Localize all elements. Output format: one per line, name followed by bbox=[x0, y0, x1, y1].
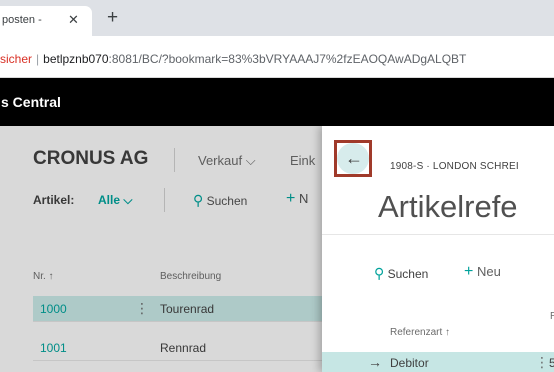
app-title[interactable]: s Central bbox=[1, 94, 61, 110]
row-divider bbox=[33, 321, 323, 322]
row-indicator-arrow-icon: → bbox=[368, 354, 382, 370]
search-label: Suchen bbox=[206, 194, 248, 208]
new-label: N bbox=[298, 191, 309, 206]
column-header-nr[interactable]: Nr. ↑ bbox=[33, 271, 54, 282]
tab-strip: posten - ✕ + bbox=[0, 0, 554, 36]
divider bbox=[174, 148, 175, 172]
filter-dropdown[interactable]: Alle ⌵ bbox=[98, 193, 132, 208]
address-bar[interactable]: sicher | betlpznb070:8081/BC/?bookmark=83%… bbox=[0, 36, 554, 78]
row-menu-icon[interactable]: ⋮ bbox=[535, 354, 549, 371]
search-button[interactable]: ⚲ Suchen bbox=[193, 192, 247, 209]
row-menu-icon[interactable]: ⋮ bbox=[135, 300, 149, 317]
plus-icon: + bbox=[464, 263, 474, 280]
nav-menu-verkauf[interactable]: Verkauf ⌵ bbox=[198, 153, 256, 169]
column-header-description[interactable]: Beschreibung bbox=[160, 271, 221, 282]
new-button[interactable]: + N bbox=[286, 190, 308, 208]
row-divider bbox=[33, 360, 323, 361]
search-icon: ⚲ bbox=[374, 265, 385, 281]
back-arrow-icon: ← bbox=[345, 148, 363, 168]
nav-menu-einkauf[interactable]: Eink bbox=[290, 153, 315, 168]
item-description: Rennrad bbox=[160, 341, 207, 355]
url-path: :8081/BC/?bookmark=83%3bVRYAAAJ7%2fzEAOQ… bbox=[108, 52, 467, 66]
page-title: Artikelrefe bbox=[378, 189, 518, 224]
tab-close-icon[interactable]: ✕ bbox=[68, 12, 79, 28]
url-separator: | bbox=[36, 52, 40, 66]
table-row[interactable]: → Debitor ⋮ 5 bbox=[322, 352, 554, 372]
url-host: betlpznb070 bbox=[43, 52, 109, 66]
search-icon: ⚲ bbox=[193, 192, 204, 208]
divider bbox=[164, 188, 165, 212]
not-secure-label[interactable]: sicher bbox=[0, 52, 32, 66]
tab-title: posten - bbox=[2, 14, 42, 26]
item-number[interactable]: 1000 bbox=[40, 302, 67, 316]
breadcrumb: 1908-S · LONDON SCHREI bbox=[390, 161, 519, 172]
chevron-down-icon: ⌵ bbox=[123, 193, 133, 207]
filter-value: Alle bbox=[98, 193, 121, 207]
new-button[interactable]: + Neu bbox=[464, 263, 501, 281]
item-number[interactable]: 1001 bbox=[40, 341, 67, 355]
nav-verkauf-label: Verkauf bbox=[198, 153, 243, 168]
new-label: Neu bbox=[476, 264, 501, 279]
search-button[interactable]: ⚲ Suchen bbox=[374, 265, 428, 282]
url-text[interactable]: sicher | betlpznb070:8081/BC/?bookmark=83%… bbox=[0, 52, 466, 66]
search-label: Suchen bbox=[387, 267, 429, 281]
reference-type[interactable]: Debitor bbox=[390, 356, 429, 370]
column-header-referenzart[interactable]: Referenzart ↑ bbox=[390, 327, 450, 338]
company-name: CRONUS AG bbox=[33, 148, 149, 169]
table-row[interactable]: 1000 ⋮ Tourenrad bbox=[33, 296, 323, 321]
app-bar: s Central bbox=[0, 78, 554, 126]
chevron-down-icon: ⌵ bbox=[245, 153, 256, 168]
back-button[interactable]: ← bbox=[337, 143, 369, 174]
new-tab-icon[interactable]: + bbox=[107, 8, 118, 27]
item-references-panel: ← 1908-S · LONDON SCHREI Artikelrefe ⚲ S… bbox=[322, 126, 554, 372]
filter-label: Artikel: bbox=[33, 193, 75, 207]
item-description: Tourenrad bbox=[160, 302, 215, 316]
column-header-second[interactable]: R bbox=[550, 311, 554, 322]
divider bbox=[322, 234, 554, 235]
reference-value: 5 bbox=[549, 356, 554, 370]
browser-tab[interactable]: posten - ✕ bbox=[0, 6, 92, 36]
browser-window: posten - ✕ + sicher | betlpznb070:8081/BC/… bbox=[0, 0, 554, 372]
table-row[interactable]: 1001 Rennrad bbox=[33, 335, 323, 360]
plus-icon: + bbox=[286, 190, 296, 207]
